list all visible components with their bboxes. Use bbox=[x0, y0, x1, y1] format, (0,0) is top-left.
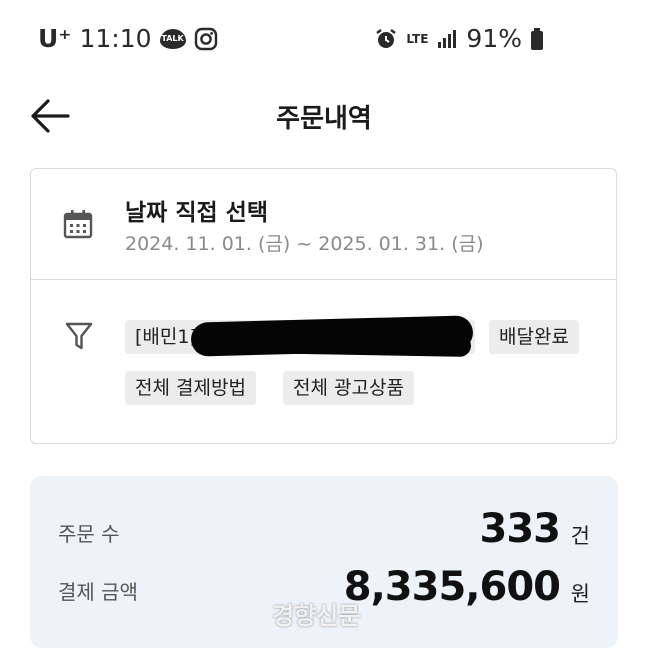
page-title: 주문내역 bbox=[276, 104, 372, 134]
date-selector-title: 날짜 직접 선택 bbox=[125, 200, 268, 226]
network-type: LTE bbox=[406, 31, 429, 46]
talk-badge-text: TALK bbox=[161, 34, 184, 43]
date-selector[interactable]: 날짜 직접 선택 2024. 11. 01. (금) ~ 2025. 01. 3… bbox=[31, 169, 616, 280]
clock: 11:10 bbox=[79, 24, 152, 53]
ad-product-label: 전체 광고상품 bbox=[293, 377, 404, 399]
watermark: 경향신문 bbox=[272, 602, 361, 630]
date-range: 2024. 11. 01. (금) ~ 2025. 01. 31. (금) bbox=[125, 233, 484, 255]
filter-icon bbox=[65, 322, 93, 350]
order-count-value: 333 bbox=[479, 506, 561, 552]
status-bar: U⁺ 11:10 TALK LTE 91% bbox=[0, 0, 648, 82]
battery-icon bbox=[531, 27, 543, 50]
payment-amount-label: 결제 금액 bbox=[58, 580, 138, 604]
filter-card: 날짜 직접 선택 2024. 11. 01. (금) ~ 2025. 01. 3… bbox=[30, 168, 617, 444]
app-bar: 주문내역 bbox=[0, 82, 648, 152]
calendar-icon bbox=[63, 210, 93, 239]
carrier-label: U⁺ bbox=[38, 24, 72, 53]
ad-product-chip[interactable]: 전체 광고상품 bbox=[283, 371, 414, 405]
order-count-unit: 건 bbox=[570, 524, 590, 548]
redaction-mark bbox=[250, 331, 472, 357]
kakaotalk-icon: TALK bbox=[159, 28, 186, 49]
delivery-status-chip[interactable]: 배달완료 bbox=[489, 320, 579, 354]
payment-amount-value: 8,335,600 bbox=[343, 564, 561, 610]
status-right: LTE 91% bbox=[374, 24, 544, 53]
payment-method-label: 전체 결제방법 bbox=[135, 377, 246, 399]
battery-percent: 91% bbox=[466, 24, 522, 53]
alarm-icon bbox=[376, 28, 397, 48]
payment-method-chip[interactable]: 전체 결제방법 bbox=[125, 371, 256, 405]
delivery-status-label: 배달완료 bbox=[499, 326, 569, 348]
instagram-icon bbox=[194, 27, 217, 50]
status-left: U⁺ 11:10 TALK bbox=[38, 24, 218, 53]
signal-icon bbox=[438, 29, 457, 48]
payment-amount-unit: 원 bbox=[570, 582, 590, 606]
order-count-label: 주문 수 bbox=[58, 522, 120, 546]
